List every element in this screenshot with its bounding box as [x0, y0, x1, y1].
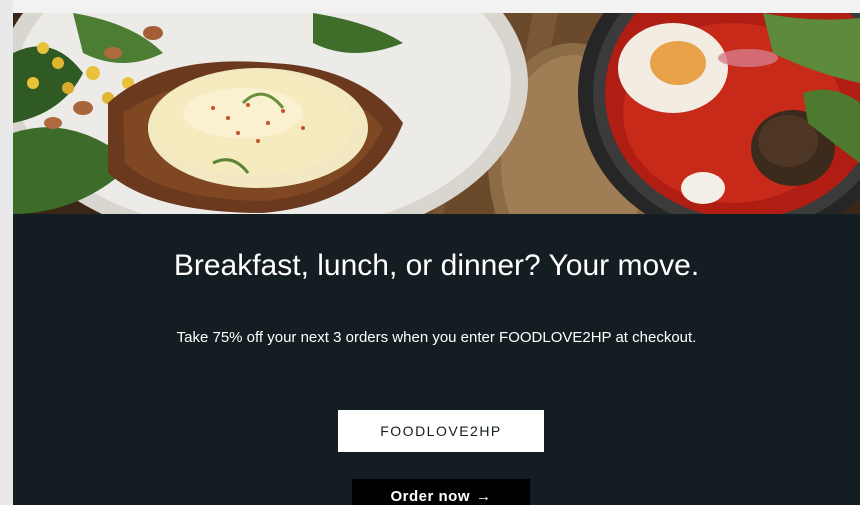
email-viewport: Breakfast, lunch, or dinner? Your move. … — [0, 0, 860, 505]
promo-section: Breakfast, lunch, or dinner? Your move. … — [13, 214, 860, 505]
order-now-label: Order now — [390, 488, 470, 505]
order-now-button[interactable]: Order now → — [352, 479, 530, 505]
promo-headline: Breakfast, lunch, or dinner? Your move. — [173, 249, 700, 282]
arrow-right-icon: → — [476, 488, 492, 505]
promo-code-box: FOODLOVE2HP — [338, 410, 544, 452]
hero-food-image — [13, 13, 860, 214]
promo-subtext: Take 75% off your next 3 orders when you… — [176, 329, 697, 346]
promo-code-text: FOODLOVE2HP — [380, 423, 502, 439]
top-strip — [13, 0, 860, 13]
email-card: Breakfast, lunch, or dinner? Your move. … — [13, 13, 860, 505]
window-edge — [0, 0, 13, 505]
